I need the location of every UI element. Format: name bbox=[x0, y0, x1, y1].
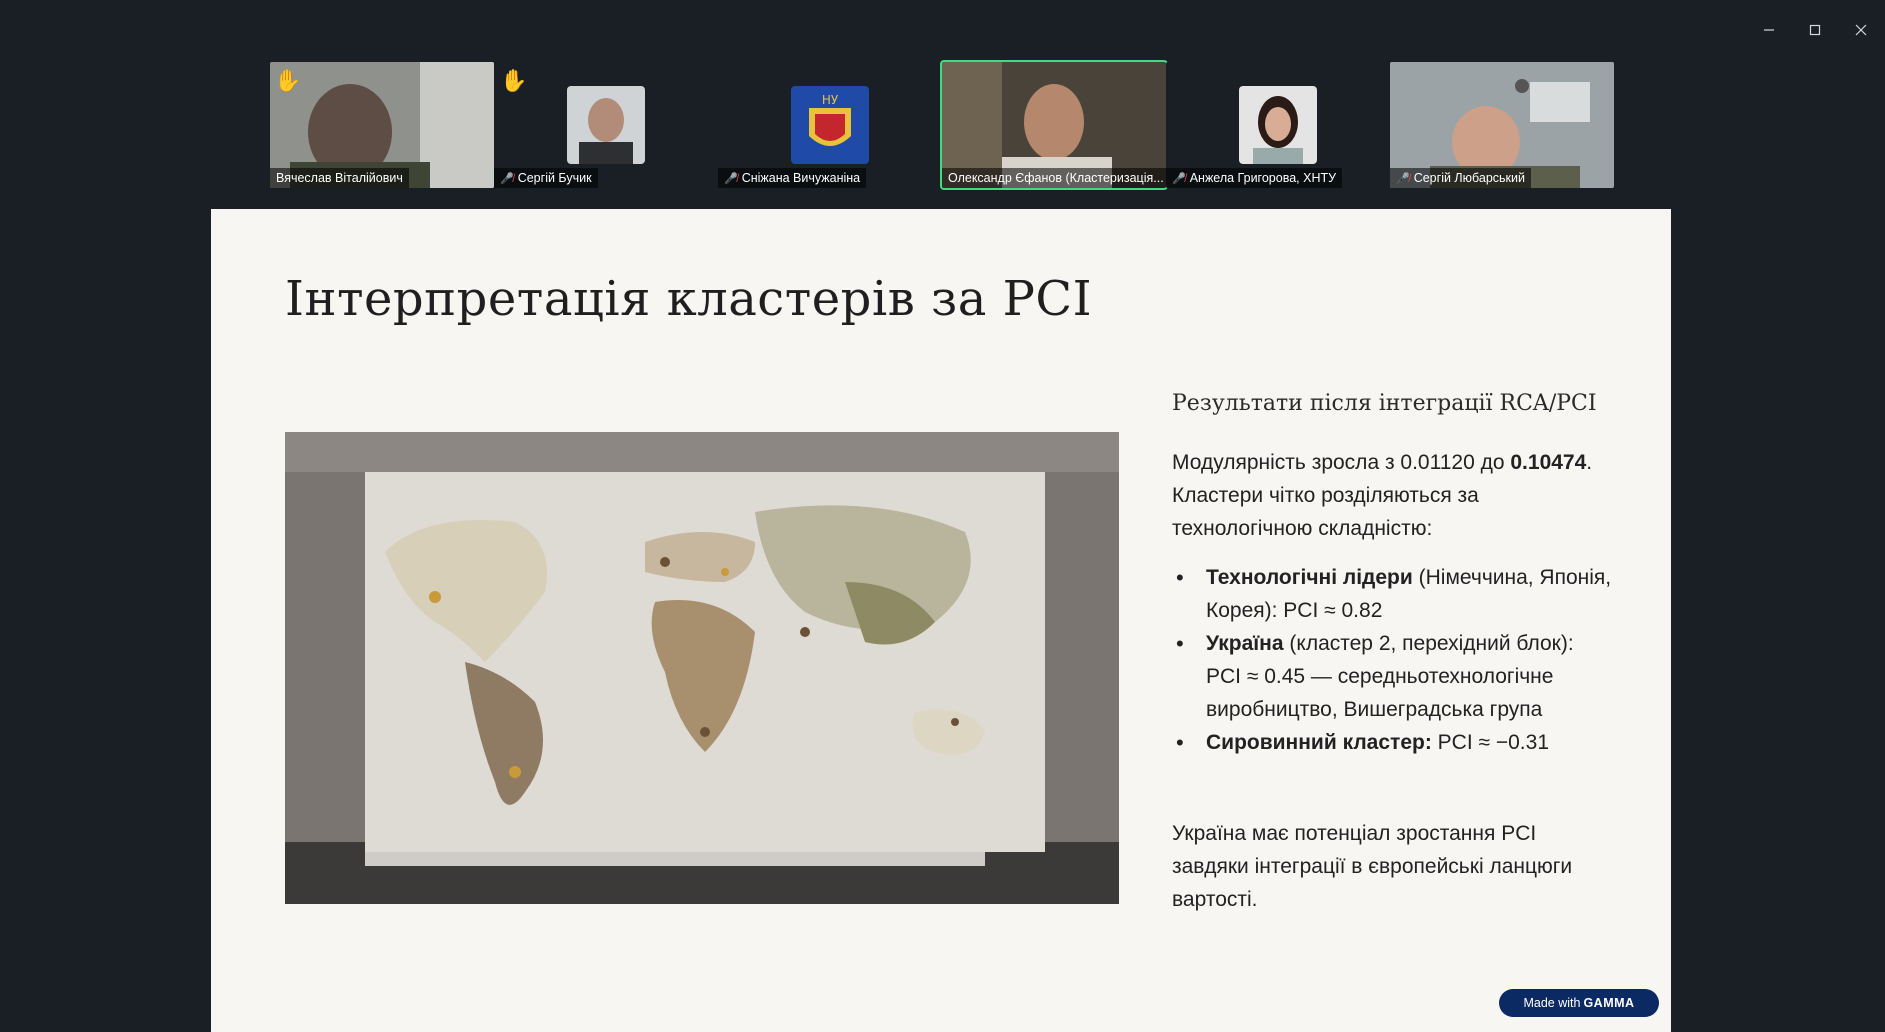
raised-hand-icon: ✋ bbox=[274, 68, 302, 93]
participant-tile[interactable]: НУ 🎤̸ Сніжана Вичужаніна bbox=[718, 62, 942, 188]
participant-name: 🎤̸ Сергій Бучик bbox=[494, 168, 598, 188]
modularity-paragraph: Модулярність зросла з 0.01120 до 0.10474… bbox=[1172, 451, 1593, 540]
participant-name: 🎤̸ Анжела Григорова, ХНТУ bbox=[1166, 168, 1343, 188]
participant-tile[interactable]: ✋ Вячеслав Віталійович bbox=[270, 62, 494, 188]
svg-text:НУ: НУ bbox=[822, 93, 839, 107]
participant-name: 🎤̸ Сніжана Вичужаніна bbox=[718, 168, 867, 188]
list-item: Технологічні лідери (Німеччина, Японія, … bbox=[1172, 561, 1612, 627]
avatar bbox=[567, 86, 645, 164]
maximize-button[interactable] bbox=[1798, 16, 1832, 44]
list-item: Україна (кластер 2, перехідний блок): PC… bbox=[1172, 627, 1612, 726]
made-with-gamma-badge[interactable]: Made with GAMMA bbox=[1499, 989, 1659, 1017]
mic-muted-icon: 🎤̸ bbox=[1396, 172, 1410, 185]
maximize-icon bbox=[1809, 24, 1821, 36]
cluster-list: Технологічні лідери (Німеччина, Японія, … bbox=[1172, 561, 1612, 759]
minimize-button[interactable] bbox=[1752, 16, 1786, 44]
close-button[interactable] bbox=[1844, 16, 1878, 44]
mic-muted-icon: 🎤̸ bbox=[724, 172, 738, 185]
slide-subtitle: Результати після інтеграції RCA/PCI bbox=[1172, 391, 1597, 416]
shared-slide: Інтерпретація кластерів за PCI Результат… bbox=[211, 209, 1671, 1032]
gamma-logo: GAMMA bbox=[1583, 996, 1635, 1010]
avatar: НУ bbox=[791, 86, 869, 164]
participant-name: Вячеслав Віталійович bbox=[270, 168, 409, 188]
participant-tile[interactable]: ✋ 🎤̸ Сергій Бучик bbox=[494, 62, 718, 188]
close-icon bbox=[1855, 24, 1867, 36]
mic-muted-icon: 🎤̸ bbox=[500, 172, 514, 185]
participant-name: Олександр Єфанов (Кластеризація... bbox=[942, 168, 1166, 188]
participant-tile[interactable]: 🎤̸ Сергій Любарський bbox=[1390, 62, 1614, 188]
participant-name: 🎤̸ Сергій Любарський bbox=[1390, 168, 1531, 188]
minimize-icon bbox=[1764, 29, 1774, 31]
participant-tile-active[interactable]: Олександр Єфанов (Кластеризація... bbox=[940, 60, 1168, 190]
university-logo: НУ bbox=[791, 86, 869, 164]
raised-hand-icon: ✋ bbox=[500, 68, 528, 93]
avatar bbox=[1239, 86, 1317, 164]
participant-tile[interactable]: 🎤̸ Анжела Григорова, ХНТУ bbox=[1166, 62, 1390, 188]
world-map-image bbox=[285, 432, 1119, 904]
conclusion-paragraph: Україна має потенціал зростання PCI завд… bbox=[1172, 822, 1573, 911]
slide-text-column: Результати після інтеграції RCA/PCI Моду… bbox=[1172, 387, 1612, 916]
list-item: Сировинний кластер: PCI ≈ −0.31 bbox=[1172, 726, 1612, 759]
slide-title: Інтерпретація кластерів за PCI bbox=[285, 271, 1093, 327]
mic-muted-icon: 🎤̸ bbox=[1172, 172, 1186, 185]
